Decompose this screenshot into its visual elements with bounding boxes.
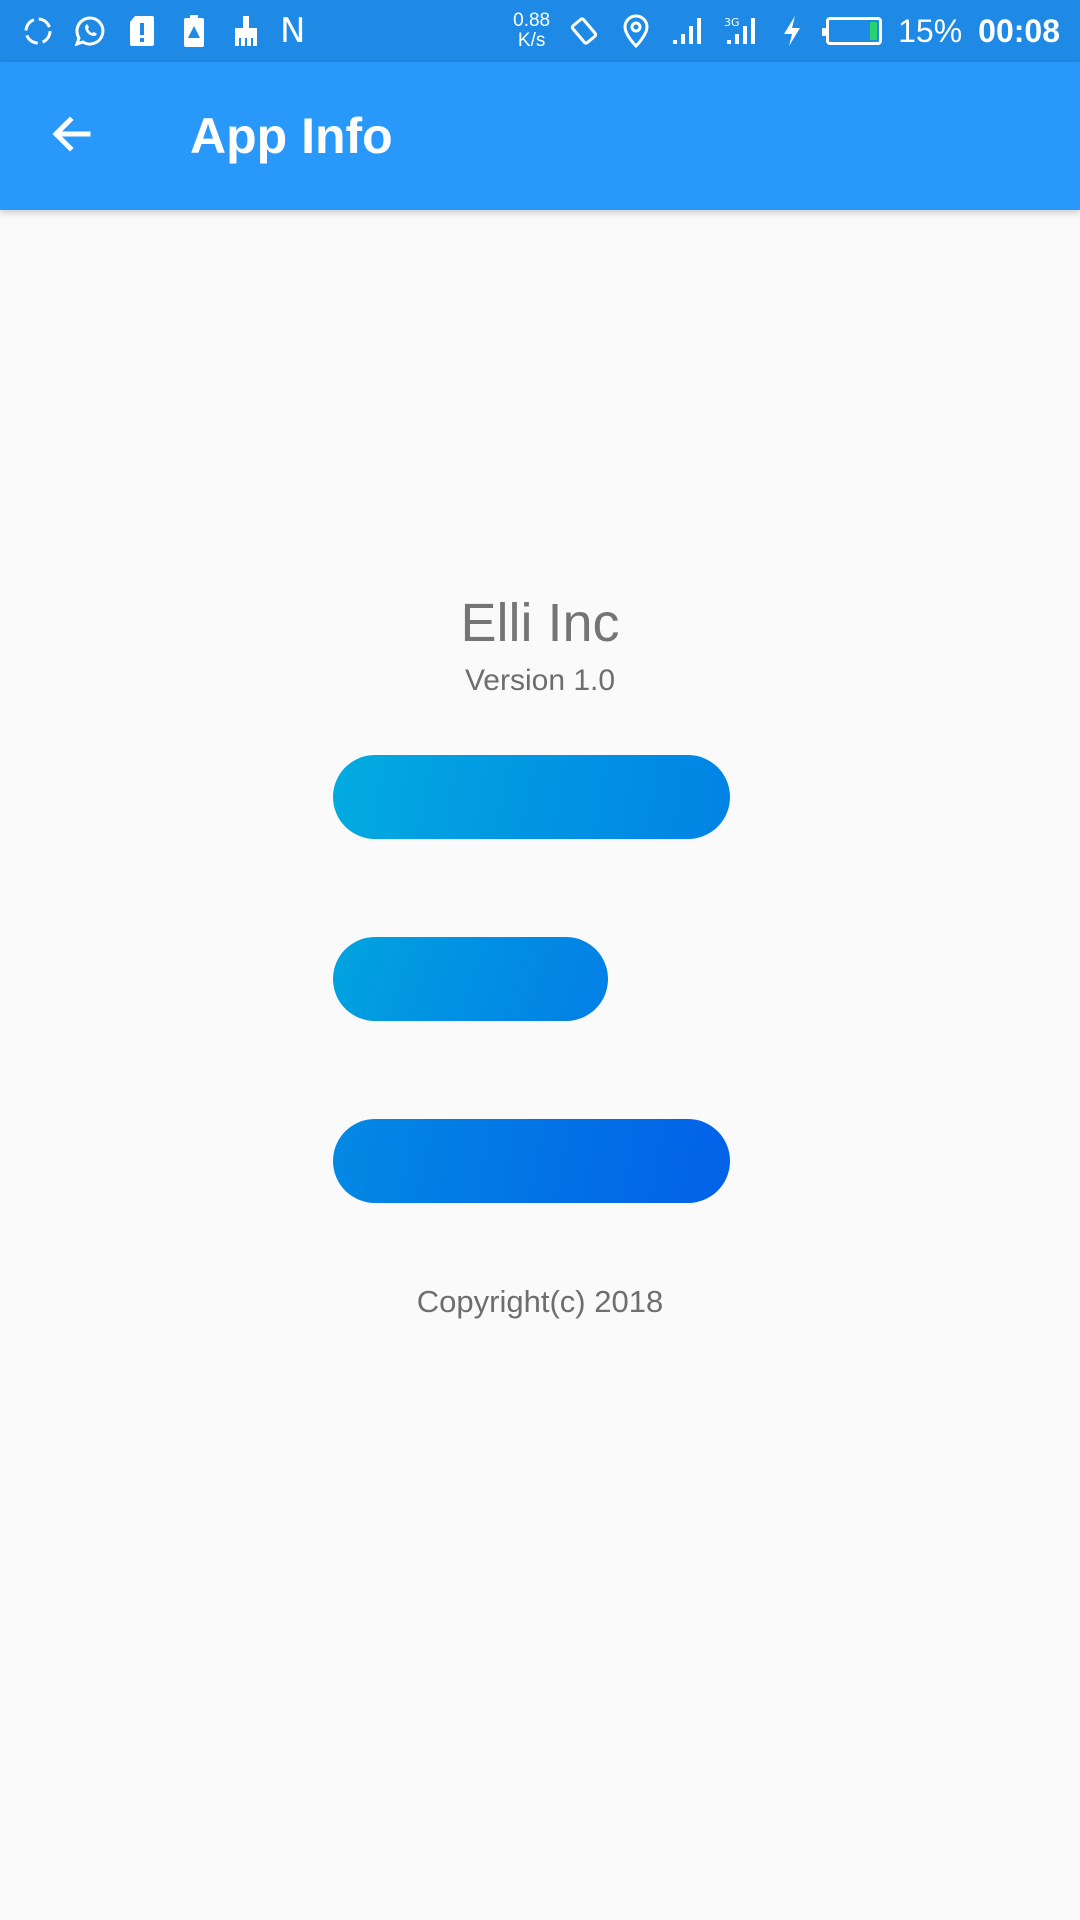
status-clock: 00:08 bbox=[978, 12, 1060, 49]
app-bar: App Info bbox=[0, 62, 1080, 210]
copyright-text: Copyright(c) 2018 bbox=[416, 1284, 664, 1319]
sync-icon bbox=[20, 13, 56, 49]
network-speed: 0.88 K/s bbox=[513, 11, 550, 51]
version-label: Version 1.0 bbox=[464, 664, 616, 697]
page-title: App Info bbox=[190, 108, 393, 164]
status-bar-right: 0.88 K/s 3G 15% 00:08 bbox=[513, 11, 1060, 51]
company-name: Elli Inc bbox=[460, 593, 620, 653]
svg-text:3G: 3G bbox=[724, 16, 740, 29]
back-button[interactable] bbox=[40, 104, 104, 168]
cleaner-brush-icon bbox=[228, 13, 264, 49]
action-button-2[interactable] bbox=[333, 937, 608, 1021]
battery-alert-icon bbox=[176, 13, 212, 49]
battery-icon bbox=[822, 17, 883, 45]
notification-n-glyph: N bbox=[280, 11, 306, 51]
network-speed-value: 0.88 bbox=[513, 10, 551, 31]
signal-3g-icon: 3G bbox=[722, 13, 758, 49]
arrow-left-icon bbox=[48, 110, 96, 163]
battery-percent: 15% bbox=[898, 12, 963, 49]
status-bar: N 0.88 K/s 3G 15% 00:08 bbox=[0, 0, 1080, 62]
signal-icon bbox=[670, 13, 706, 49]
network-speed-unit: K/s bbox=[517, 30, 546, 51]
action-button-3[interactable] bbox=[333, 1119, 730, 1203]
charging-icon bbox=[774, 13, 810, 49]
battery-level-fill bbox=[870, 22, 878, 40]
status-bar-left: N bbox=[20, 11, 305, 51]
location-icon bbox=[618, 13, 654, 49]
rotate-icon bbox=[566, 13, 602, 49]
sd-card-alert-icon bbox=[124, 13, 160, 49]
action-button-1[interactable] bbox=[333, 755, 730, 839]
whatsapp-icon bbox=[72, 13, 108, 49]
